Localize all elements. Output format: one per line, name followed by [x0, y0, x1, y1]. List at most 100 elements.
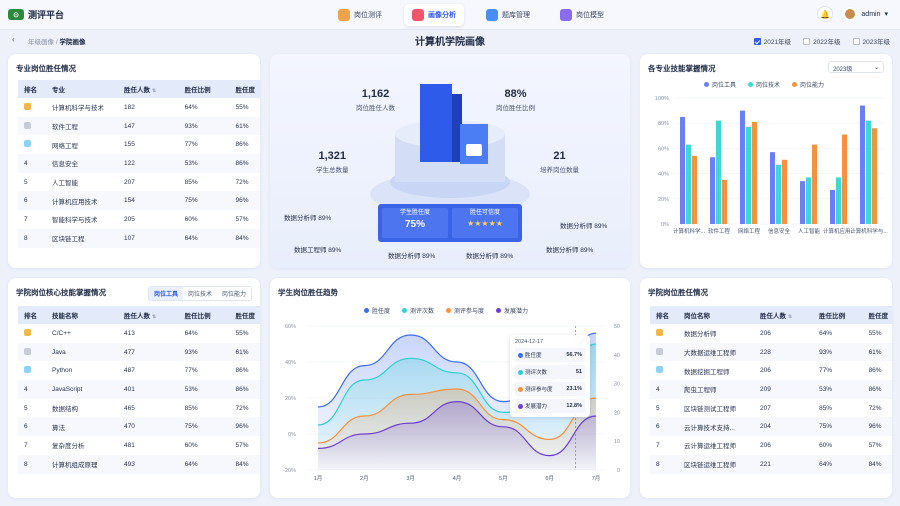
table-row[interactable]: 大数据运维工程师 228 93% 61%: [650, 342, 892, 362]
nav-item-post-model[interactable]: 岗位模型: [552, 4, 612, 26]
col-header: 胜任比例: [813, 306, 863, 324]
sort-icon[interactable]: ⇅: [152, 88, 156, 94]
cell-text: 64%: [819, 460, 833, 468]
y-left-tick-label: 20%: [285, 396, 296, 402]
table-cell: C/C++: [46, 324, 118, 343]
table-row[interactable]: 5 人工智能 207 85% 72%: [18, 173, 260, 192]
x-tick-label: 2月: [360, 475, 369, 482]
table-row[interactable]: 5 数据结构 465 85% 72%: [18, 399, 260, 418]
col-header: 排名: [18, 80, 46, 98]
cell-text: 区块链测试工程师: [684, 406, 736, 414]
table-row[interactable]: 网络工程 155 77% 86%: [18, 135, 260, 154]
table-cell: 86%: [863, 361, 892, 380]
cell-text: 8: [24, 234, 28, 242]
cell-text: 云计算运维工程师: [684, 443, 736, 451]
cell-text: 53%: [184, 159, 198, 167]
card-title: 学院岗位核心技能掌握情况: [16, 288, 106, 297]
year-checkbox-2021[interactable]: 2021年级: [753, 36, 792, 46]
table-cell: 53%: [178, 154, 230, 173]
nav-item-assessment[interactable]: 岗位测评: [330, 4, 390, 26]
cell-text: C/C++: [52, 329, 71, 337]
table-row[interactable]: 4 JavaScript 401 53% 86%: [18, 380, 260, 399]
table-cell: 7: [18, 436, 46, 455]
sort-icon[interactable]: ⇅: [788, 314, 792, 320]
table-row[interactable]: 7 复杂度分析 481 60% 57%: [18, 436, 260, 455]
table-cell: 107: [118, 228, 179, 248]
col-header[interactable]: 胜任人数 ⇅: [118, 80, 179, 98]
table-row[interactable]: C/C++ 413 64% 55%: [18, 324, 260, 343]
cell-text: 复杂度分析: [52, 443, 85, 451]
table-row[interactable]: 数据挖掘工程师 206 77% 86%: [650, 361, 892, 380]
table-cell: 465: [118, 399, 179, 418]
cell-text: 57%: [235, 215, 249, 223]
table-row[interactable]: 8 区块链运维工程师 221 64% 84%: [650, 454, 892, 474]
sort-icon[interactable]: ⇅: [152, 314, 156, 320]
table-cell: 53%: [813, 380, 863, 399]
checkbox[interactable]: [753, 37, 761, 45]
bar: [722, 179, 727, 224]
table-cell: 85%: [813, 399, 862, 418]
year-label: 2021年级: [763, 39, 792, 46]
table-row[interactable]: 8 区块链工程 107 64% 84%: [18, 228, 260, 248]
cell-text: 5: [656, 404, 660, 412]
checkbox[interactable]: [852, 37, 860, 45]
user-menu[interactable]: admin ▾: [843, 7, 888, 21]
bar: [716, 120, 721, 224]
table-row[interactable]: Java 477 93% 61%: [18, 342, 260, 362]
x-tick-label: 软件工程: [708, 227, 731, 235]
cell-text: 智能科学与技术: [52, 217, 98, 225]
nav-item-question-bank[interactable]: 题库管理: [478, 4, 538, 26]
post-tag: 数据分析师 89%: [546, 247, 594, 254]
y-tick-label: 40%: [658, 172, 669, 178]
table-row[interactable]: 软件工程 147 93% 61%: [18, 116, 260, 136]
table-row[interactable]: 6 云计算技术支持... 204 75% 96%: [650, 417, 892, 437]
checkbox[interactable]: [803, 37, 811, 45]
table-cell: 复杂度分析: [46, 436, 118, 455]
table-row[interactable]: 7 智能科学与技术 205 60% 57%: [18, 210, 260, 229]
skill-tabs: 岗位工具 岗位技术 岗位能力: [147, 286, 252, 301]
x-tick-label: 人工智能: [798, 227, 821, 235]
cell-text: 85%: [184, 404, 198, 412]
college-overview-card: 1,162 岗位胜任人数 88% 岗位胜任比例 1,321 学生总数量 21 培养岗位数…: [270, 54, 630, 268]
table-cell: 487: [118, 361, 179, 380]
tooltip-row: 发展潜力 12.8%: [515, 399, 585, 413]
cell-text: 221: [760, 460, 771, 468]
cell-text: 64%: [184, 329, 198, 337]
col-header[interactable]: 胜任人数 ⇅: [754, 306, 814, 324]
year-checkbox-2022[interactable]: 2022年级: [803, 36, 841, 46]
app-name: 测评平台: [28, 10, 65, 20]
cell-text: 155: [124, 141, 135, 149]
post-tag: 数据分析师 89%: [560, 223, 608, 230]
nav-label: 题库管理: [502, 12, 530, 19]
col-header[interactable]: 胜任人数 ⇅: [118, 306, 179, 324]
year-checkbox-2023[interactable]: 2023年级: [852, 36, 890, 46]
table-row[interactable]: 8 计算机组成原理 493 64% 84%: [18, 454, 260, 474]
stat-value: 21: [553, 150, 566, 162]
nav-item-portrait[interactable]: 画像分析: [404, 4, 464, 26]
table-row[interactable]: 7 云计算运维工程师 206 60% 57%: [650, 436, 892, 455]
skill-mastery-card: 学院岗位核心技能掌握情况 岗位工具 岗位技术 岗位能力 排名 技能名称 胜任人数…: [8, 278, 260, 498]
table-row[interactable]: 4 爬虫工程师 209 53% 86%: [650, 380, 892, 399]
bar: [740, 110, 745, 224]
table-row[interactable]: 6 计算机应用技术 154 75% 96%: [18, 191, 260, 211]
table-cell: 信息安全: [46, 154, 118, 173]
y-right-tick-label: 50: [614, 324, 620, 330]
tab-tools[interactable]: 岗位工具: [148, 287, 183, 300]
table-row[interactable]: 5 区块链测试工程师 207 85% 72%: [650, 399, 892, 418]
bell-icon[interactable]: 🔔: [817, 6, 834, 22]
table-row[interactable]: 数据分析师 206 64% 55%: [650, 324, 892, 343]
post-tag: 数据分析师 89%: [466, 253, 514, 260]
tab-technology[interactable]: 岗位技术: [182, 287, 217, 300]
app-logo[interactable]: ⊙ 测评平台: [8, 8, 64, 21]
table-cell: 93%: [813, 342, 863, 362]
cell-text: 147: [124, 122, 135, 130]
cell-text: 人工智能: [52, 180, 78, 188]
x-tick-label: 6月: [545, 475, 554, 482]
portrait-icon: [412, 9, 424, 21]
table-row[interactable]: Python 487 77% 86%: [18, 361, 260, 380]
table-row[interactable]: 6 算法 470 75% 96%: [18, 417, 260, 437]
table-row[interactable]: 计算机科学与技术 182 64% 55%: [18, 98, 260, 117]
tab-ability[interactable]: 岗位能力: [216, 287, 251, 300]
tooltip-value: 56.7%: [566, 352, 582, 358]
table-row[interactable]: 4 信息安全 122 53% 86%: [18, 154, 260, 173]
